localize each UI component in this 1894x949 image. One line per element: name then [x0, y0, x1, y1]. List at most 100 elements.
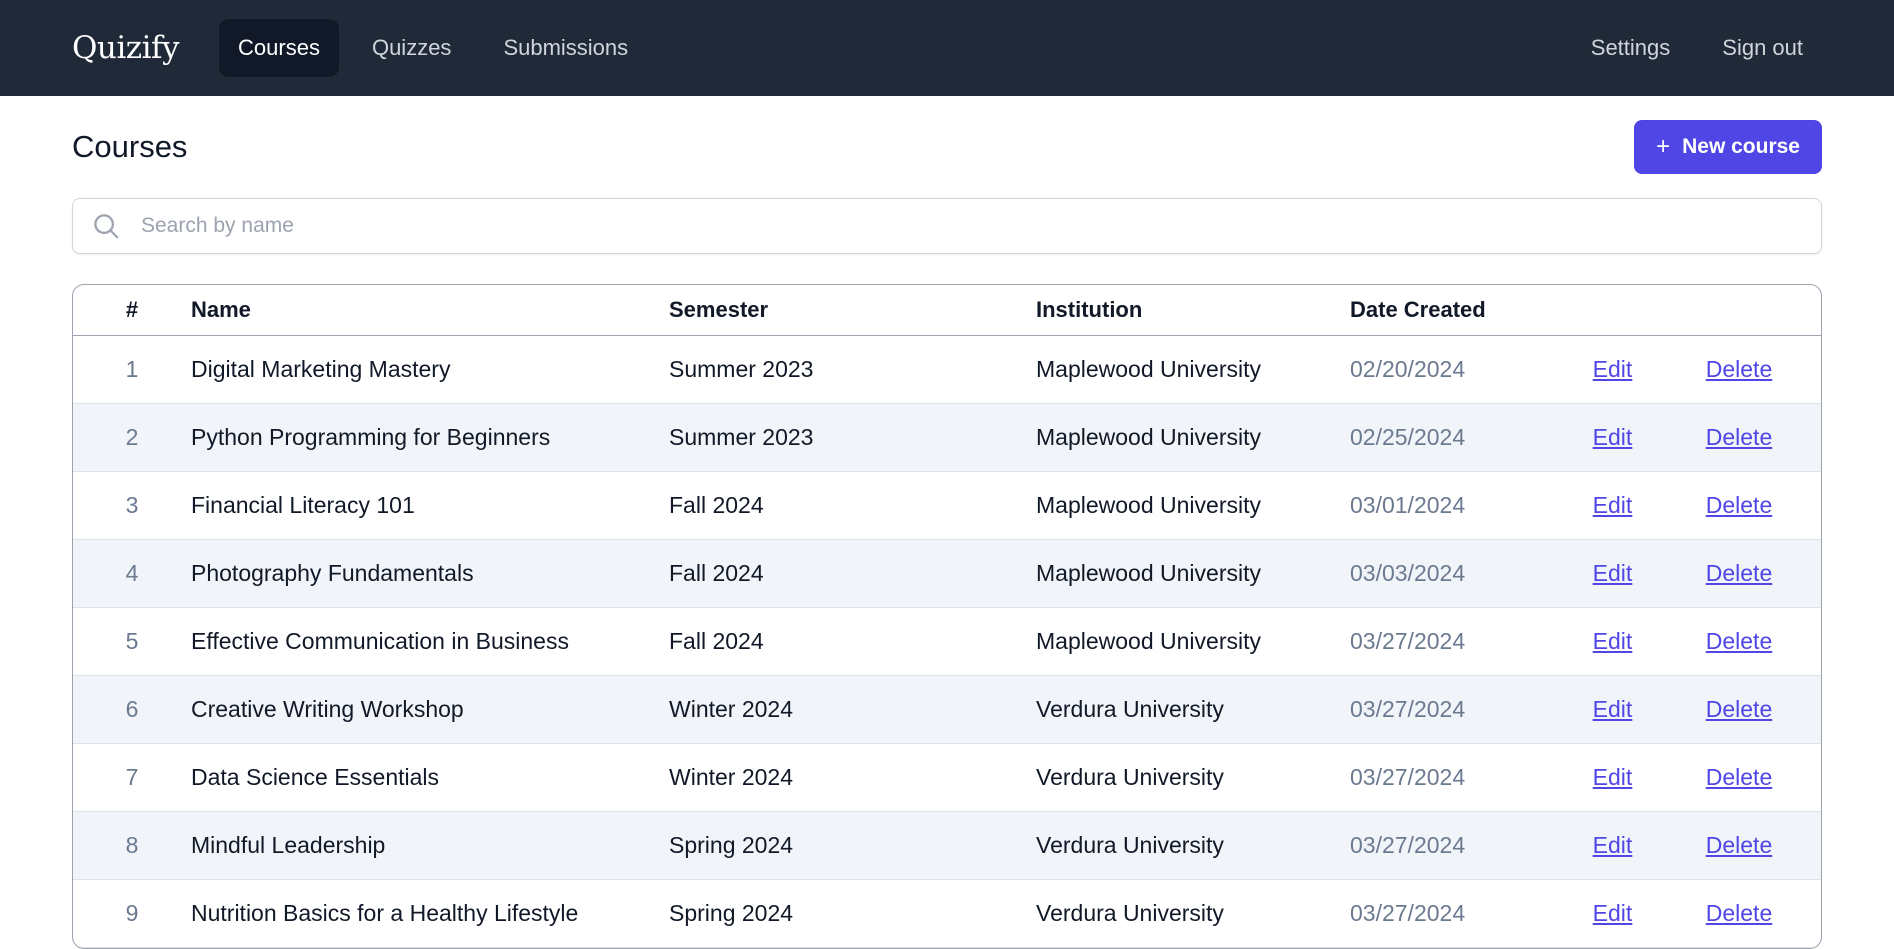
course-name: Digital Marketing Mastery: [191, 335, 669, 404]
edit-link[interactable]: Edit: [1593, 560, 1633, 586]
nav-submissions[interactable]: Submissions: [484, 19, 647, 77]
delete-cell: Delete: [1665, 539, 1821, 608]
search-input[interactable]: [139, 213, 1803, 239]
delete-cell: Delete: [1665, 403, 1821, 472]
new-course-label: New course: [1682, 135, 1800, 158]
edit-cell: Edit: [1560, 743, 1665, 812]
nav-right: Settings Sign out: [1572, 19, 1822, 77]
edit-cell: Edit: [1560, 539, 1665, 608]
course-institution: Maplewood University: [1036, 539, 1350, 608]
course-date-created: 03/27/2024: [1350, 675, 1560, 744]
course-institution: Maplewood University: [1036, 335, 1350, 404]
course-semester: Summer 2023: [669, 403, 1036, 472]
course-semester: Winter 2024: [669, 675, 1036, 744]
delete-cell: Delete: [1665, 743, 1821, 812]
nav-settings[interactable]: Settings: [1572, 19, 1690, 77]
edit-link[interactable]: Edit: [1593, 764, 1633, 790]
col-header-institution: Institution: [1036, 285, 1350, 336]
top-navbar: Quizify Courses Quizzes Submissions Sett…: [0, 0, 1894, 96]
nav-sign-out[interactable]: Sign out: [1703, 19, 1822, 77]
edit-link[interactable]: Edit: [1593, 356, 1633, 382]
col-header-name: Name: [191, 285, 669, 336]
delete-cell: Delete: [1665, 879, 1821, 948]
course-name: Mindful Leadership: [191, 811, 669, 880]
edit-link[interactable]: Edit: [1593, 424, 1633, 450]
row-number: 1: [73, 335, 191, 404]
plus-icon: +: [1656, 133, 1671, 160]
course-institution: Verdura University: [1036, 811, 1350, 880]
delete-link[interactable]: Delete: [1706, 492, 1772, 518]
col-header-semester: Semester: [669, 285, 1036, 336]
table-row: 1 Digital Marketing Mastery Summer 2023 …: [73, 335, 1821, 404]
delete-cell: Delete: [1665, 811, 1821, 880]
course-institution: Verdura University: [1036, 879, 1350, 948]
edit-link[interactable]: Edit: [1593, 832, 1633, 858]
course-date-created: 02/20/2024: [1350, 335, 1560, 404]
delete-link[interactable]: Delete: [1706, 628, 1772, 654]
delete-cell: Delete: [1665, 335, 1821, 404]
nav-quizzes[interactable]: Quizzes: [353, 19, 470, 77]
course-name: Python Programming for Beginners: [191, 403, 669, 472]
col-header-date-created: Date Created: [1350, 285, 1560, 336]
col-header-delete: [1665, 285, 1821, 336]
search-icon: [91, 211, 121, 241]
course-institution: Verdura University: [1036, 743, 1350, 812]
delete-cell: Delete: [1665, 607, 1821, 676]
course-semester: Spring 2024: [669, 811, 1036, 880]
course-semester: Fall 2024: [669, 607, 1036, 676]
edit-link[interactable]: Edit: [1593, 900, 1633, 926]
page-header: Courses + New course: [72, 96, 1822, 198]
row-number: 5: [73, 607, 191, 676]
course-name: Effective Communication in Business: [191, 607, 669, 676]
course-semester: Spring 2024: [669, 879, 1036, 948]
table-row: 5 Effective Communication in Business Fa…: [73, 607, 1821, 676]
row-number: 8: [73, 811, 191, 880]
delete-link[interactable]: Delete: [1706, 900, 1772, 926]
table-header-row: # Name Semester Institution Date Created: [73, 285, 1821, 336]
delete-link[interactable]: Delete: [1706, 764, 1772, 790]
course-name: Nutrition Basics for a Healthy Lifestyle: [191, 879, 669, 948]
edit-link[interactable]: Edit: [1593, 492, 1633, 518]
course-semester: Summer 2023: [669, 335, 1036, 404]
table-row: 7 Data Science Essentials Winter 2024 Ve…: [73, 743, 1821, 812]
course-date-created: 03/03/2024: [1350, 539, 1560, 608]
edit-link[interactable]: Edit: [1593, 696, 1633, 722]
new-course-button[interactable]: + New course: [1634, 120, 1822, 174]
table-row: 2 Python Programming for Beginners Summe…: [73, 403, 1821, 472]
course-date-created: 03/27/2024: [1350, 607, 1560, 676]
course-date-created: 03/27/2024: [1350, 811, 1560, 880]
course-institution: Maplewood University: [1036, 403, 1350, 472]
course-date-created: 02/25/2024: [1350, 403, 1560, 472]
table-row: 8 Mindful Leadership Spring 2024 Verdura…: [73, 811, 1821, 880]
course-date-created: 03/27/2024: [1350, 879, 1560, 948]
row-number: 7: [73, 743, 191, 812]
delete-link[interactable]: Delete: [1706, 696, 1772, 722]
col-header-edit: [1560, 285, 1665, 336]
app-logo[interactable]: Quizify: [72, 30, 180, 66]
course-institution: Maplewood University: [1036, 471, 1350, 540]
course-name: Data Science Essentials: [191, 743, 669, 812]
row-number: 2: [73, 403, 191, 472]
search-box[interactable]: [72, 198, 1822, 254]
courses-table-container: # Name Semester Institution Date Created…: [72, 284, 1822, 949]
delete-link[interactable]: Delete: [1706, 356, 1772, 382]
col-header-num: #: [73, 285, 191, 336]
delete-link[interactable]: Delete: [1706, 560, 1772, 586]
edit-cell: Edit: [1560, 675, 1665, 744]
row-number: 4: [73, 539, 191, 608]
main-content: Courses + New course # Name Semester Ins…: [0, 96, 1894, 949]
course-semester: Fall 2024: [669, 471, 1036, 540]
course-date-created: 03/27/2024: [1350, 743, 1560, 812]
table-row: 6 Creative Writing Workshop Winter 2024 …: [73, 675, 1821, 744]
edit-cell: Edit: [1560, 607, 1665, 676]
courses-table: # Name Semester Institution Date Created…: [73, 285, 1821, 948]
course-institution: Verdura University: [1036, 675, 1350, 744]
page-title: Courses: [72, 129, 188, 164]
edit-cell: Edit: [1560, 471, 1665, 540]
course-name: Photography Fundamentals: [191, 539, 669, 608]
delete-link[interactable]: Delete: [1706, 832, 1772, 858]
edit-link[interactable]: Edit: [1593, 628, 1633, 654]
delete-link[interactable]: Delete: [1706, 424, 1772, 450]
row-number: 3: [73, 471, 191, 540]
nav-courses[interactable]: Courses: [219, 19, 339, 77]
